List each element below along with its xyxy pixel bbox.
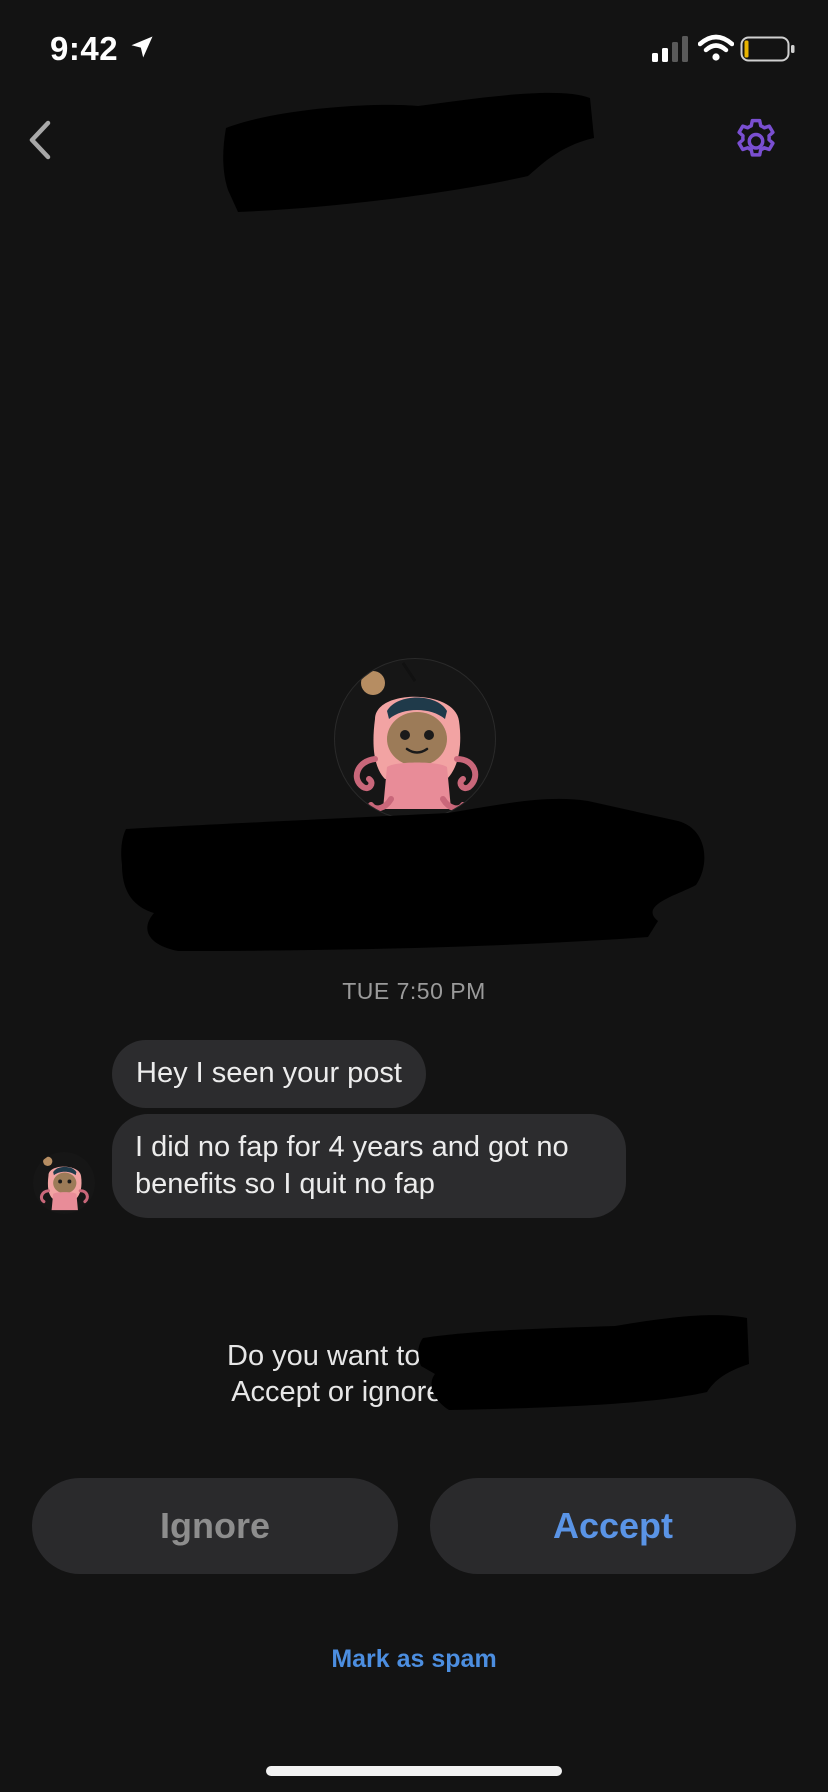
redacted-prompt-text bbox=[418, 1315, 749, 1410]
sender-avatar[interactable] bbox=[33, 1152, 95, 1214]
status-time: 9:42 bbox=[50, 30, 119, 67]
location-arrow-icon bbox=[131, 36, 153, 58]
cellular-signal-icon bbox=[652, 36, 688, 62]
gear-icon[interactable] bbox=[730, 112, 782, 164]
message-bubble[interactable]: Hey I seen your post bbox=[112, 1040, 426, 1108]
message-timestamp: TUE 7:50 PM bbox=[342, 978, 486, 1004]
mark-as-spam-link[interactable]: Mark as spam bbox=[0, 1645, 828, 1674]
redacted-profile-name bbox=[121, 798, 705, 951]
wifi-icon bbox=[698, 34, 734, 61]
accept-button[interactable]: Accept bbox=[430, 1478, 796, 1574]
redacted-username-title bbox=[223, 92, 594, 212]
snoo-avatar-icon bbox=[39, 1156, 89, 1211]
battery-icon bbox=[740, 36, 795, 62]
chevron-left-icon[interactable] bbox=[20, 115, 60, 165]
ignore-button[interactable]: Ignore bbox=[32, 1478, 398, 1574]
home-indicator[interactable] bbox=[266, 1766, 562, 1776]
message-bubble[interactable]: I did no fap for 4 years and got no bene… bbox=[112, 1114, 626, 1218]
